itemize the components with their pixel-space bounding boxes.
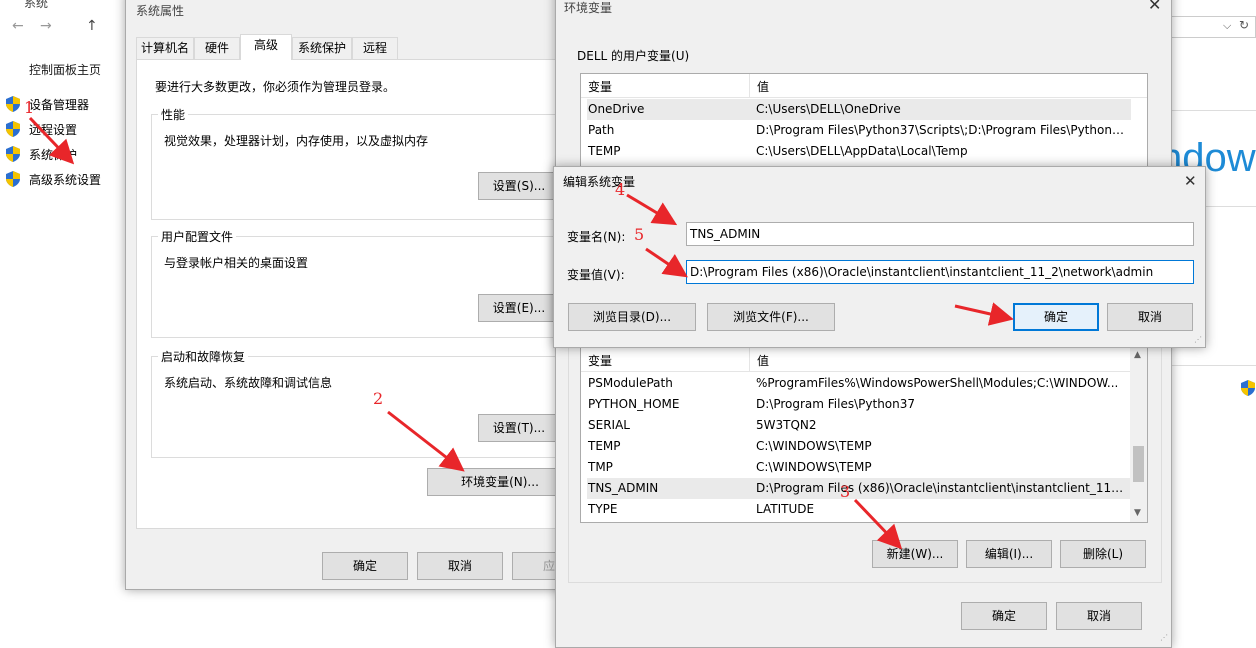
cancel-button[interactable]: 取消	[1056, 602, 1142, 630]
shield-icon	[6, 121, 20, 137]
list-item[interactable]: PYTHON_HOME D:\Program Files\Python37	[587, 394, 1131, 415]
shield-icon	[1241, 380, 1255, 396]
list-item[interactable]: Path D:\Program Files\Python37\Scripts\;D…	[587, 120, 1131, 141]
refresh-icon[interactable]: ↻	[1239, 18, 1249, 32]
divider	[1170, 365, 1256, 366]
cancel-button[interactable]: 取消	[417, 552, 503, 580]
group-desc: 系统启动、系统故障和调试信息	[164, 376, 333, 390]
col-var-header[interactable]: 变量	[588, 78, 612, 95]
cancel-button[interactable]: 取消	[1107, 303, 1193, 331]
list-item[interactable]: TEMP C:\Users\DELL\AppData\Local\Temp	[587, 141, 1131, 162]
shield-icon	[6, 146, 20, 162]
startup-recovery-group: 启动和故障恢复 系统启动、系统故障和调试信息 设置(T)...	[151, 348, 587, 458]
performance-group: 性能 视觉效果，处理器计划，内存使用，以及虚拟内存 设置(S)...	[151, 106, 587, 220]
list-item[interactable]: SERIAL 5W3TQN2	[587, 415, 1131, 436]
delete-button[interactable]: 删除(L)	[1060, 540, 1146, 568]
ok-button[interactable]: 确定	[322, 552, 408, 580]
nav-system-protection[interactable]: 系统保护	[6, 146, 116, 164]
nav-advanced-settings[interactable]: 高级系统设置	[6, 171, 116, 189]
address-bar[interactable]: ⌵ ↻	[1170, 16, 1256, 38]
list-item[interactable]: TNS_ADMIN D:\Program Files (x86)\Oracle\i…	[587, 478, 1131, 499]
environment-variables-button[interactable]: 环境变量(N)...	[427, 468, 573, 496]
edit-button[interactable]: 编辑(I)...	[966, 540, 1052, 568]
group-title: 用户配置文件	[158, 228, 237, 245]
forward-arrow-icon[interactable]: →	[40, 18, 52, 34]
nav-label: 远程设置	[29, 123, 78, 137]
nav-device-manager[interactable]: 设备管理器	[6, 96, 116, 114]
group-title: 启动和故障恢复	[158, 348, 249, 365]
list-header: 变量 值	[581, 74, 1147, 98]
variable-value-label: 变量值(V):	[567, 268, 625, 282]
tab-panel: 要进行大多数更改，你必须作为管理员登录。 性能 视觉效果，处理器计划，内存使用，…	[136, 59, 587, 529]
scrollbar[interactable]: ▲ ▼	[1130, 348, 1147, 522]
close-icon[interactable]: ✕	[1184, 172, 1197, 190]
variable-name-label: 变量名(N):	[567, 230, 626, 244]
col-val-header[interactable]: 值	[757, 78, 769, 95]
shield-icon	[6, 171, 20, 187]
group-desc: 视觉效果，处理器计划，内存使用，以及虚拟内存	[164, 134, 429, 148]
resize-grip-icon[interactable]: ⋰	[1160, 633, 1168, 642]
nav-remote-settings[interactable]: 远程设置	[6, 121, 116, 139]
scroll-up-icon[interactable]: ▲	[1134, 350, 1141, 360]
back-arrow-icon[interactable]: ←	[12, 18, 24, 34]
tab-advanced[interactable]: 高级	[240, 34, 292, 60]
col-var-header[interactable]: 变量	[588, 352, 612, 369]
annotation-label-5: 5	[634, 225, 645, 244]
col-divider	[749, 74, 750, 98]
list-item[interactable]: PSModulePath %ProgramFiles%\WindowsPowerS…	[587, 373, 1131, 394]
startup-settings-button[interactable]: 设置(T)...	[478, 414, 560, 442]
group-title: 性能	[158, 106, 189, 123]
user-vars-title: DELL 的用户变量(U)	[577, 49, 690, 63]
performance-settings-button[interactable]: 设置(S)...	[478, 172, 560, 200]
nav-label: 系统保护	[29, 148, 78, 162]
list-item[interactable]: TMP C:\WINDOWS\TEMP	[587, 457, 1131, 478]
list-item[interactable]: TEMP C:\WINDOWS\TEMP	[587, 436, 1131, 457]
up-arrow-icon[interactable]: ↑	[86, 18, 98, 34]
tab-system-protection[interactable]: 系统保护	[292, 37, 352, 59]
list-item[interactable]: TYPE LATITUDE	[587, 499, 1131, 520]
list-header: 变量 值	[581, 348, 1147, 372]
user-vars-list[interactable]: 变量 值 OneDrive C:\Users\DELL\OneDrive Path…	[580, 73, 1148, 173]
list-item[interactable]: OneDrive C:\Users\DELL\OneDrive	[587, 99, 1131, 120]
chevron-down-icon[interactable]: ⌵	[1223, 19, 1231, 33]
group-desc: 与登录帐户相关的桌面设置	[164, 256, 309, 270]
annotation-label-1: 1	[24, 98, 35, 117]
system-properties-dialog: 系统属性 计算机名 硬件 高级 系统保护 远程 要进行大多数更改，你必须作为管理…	[125, 0, 598, 590]
ok-button[interactable]: 确定	[961, 602, 1047, 630]
dialog-title: 系统属性	[136, 4, 185, 18]
resize-grip-icon[interactable]: ⋰	[1194, 335, 1202, 344]
browse-directory-button[interactable]: 浏览目录(D)...	[568, 303, 696, 331]
new-button[interactable]: 新建(W)...	[872, 540, 958, 568]
col-val-header[interactable]: 值	[757, 352, 769, 369]
shield-icon	[6, 96, 20, 112]
ok-button[interactable]: 确定	[1013, 303, 1099, 331]
nav-label: 高级系统设置	[29, 173, 102, 187]
scroll-thumb[interactable]	[1133, 446, 1144, 482]
user-profile-group: 用户配置文件 与登录帐户相关的桌面设置 设置(E)...	[151, 228, 587, 338]
nav-label: 设备管理器	[29, 98, 90, 112]
browse-file-button[interactable]: 浏览文件(F)...	[707, 303, 835, 331]
edit-system-variable-dialog: 编辑系统变量 ✕ 变量名(N): TNS_ADMIN 变量值(V): D:\Pr…	[553, 166, 1206, 348]
profile-settings-button[interactable]: 设置(E)...	[478, 294, 560, 322]
scroll-down-icon[interactable]: ▼	[1134, 508, 1141, 518]
variable-name-input[interactable]: TNS_ADMIN	[686, 222, 1194, 246]
annotation-label-4: 4	[615, 180, 626, 199]
close-icon[interactable]: ✕	[1148, 0, 1161, 14]
admin-note: 要进行大多数更改，你必须作为管理员登录。	[155, 80, 396, 94]
nav-control-panel-home[interactable]: 控制面板主页	[29, 61, 101, 78]
annotation-label-2: 2	[373, 389, 384, 408]
tab-hardware[interactable]: 硬件	[194, 37, 240, 59]
system-vars-list[interactable]: 变量 值 PSModulePath %ProgramFiles%\WindowsP…	[580, 347, 1148, 523]
divider	[1170, 110, 1256, 111]
system-title: 系统	[24, 0, 49, 10]
tab-computer-name[interactable]: 计算机名	[136, 37, 194, 59]
annotation-label-3: 3	[840, 482, 851, 501]
col-divider	[749, 348, 750, 372]
dialog-title: 环境变量	[564, 1, 613, 15]
tab-remote[interactable]: 远程	[352, 37, 398, 59]
variable-value-input[interactable]: D:\Program Files (x86)\Oracle\instantcli…	[686, 260, 1194, 284]
